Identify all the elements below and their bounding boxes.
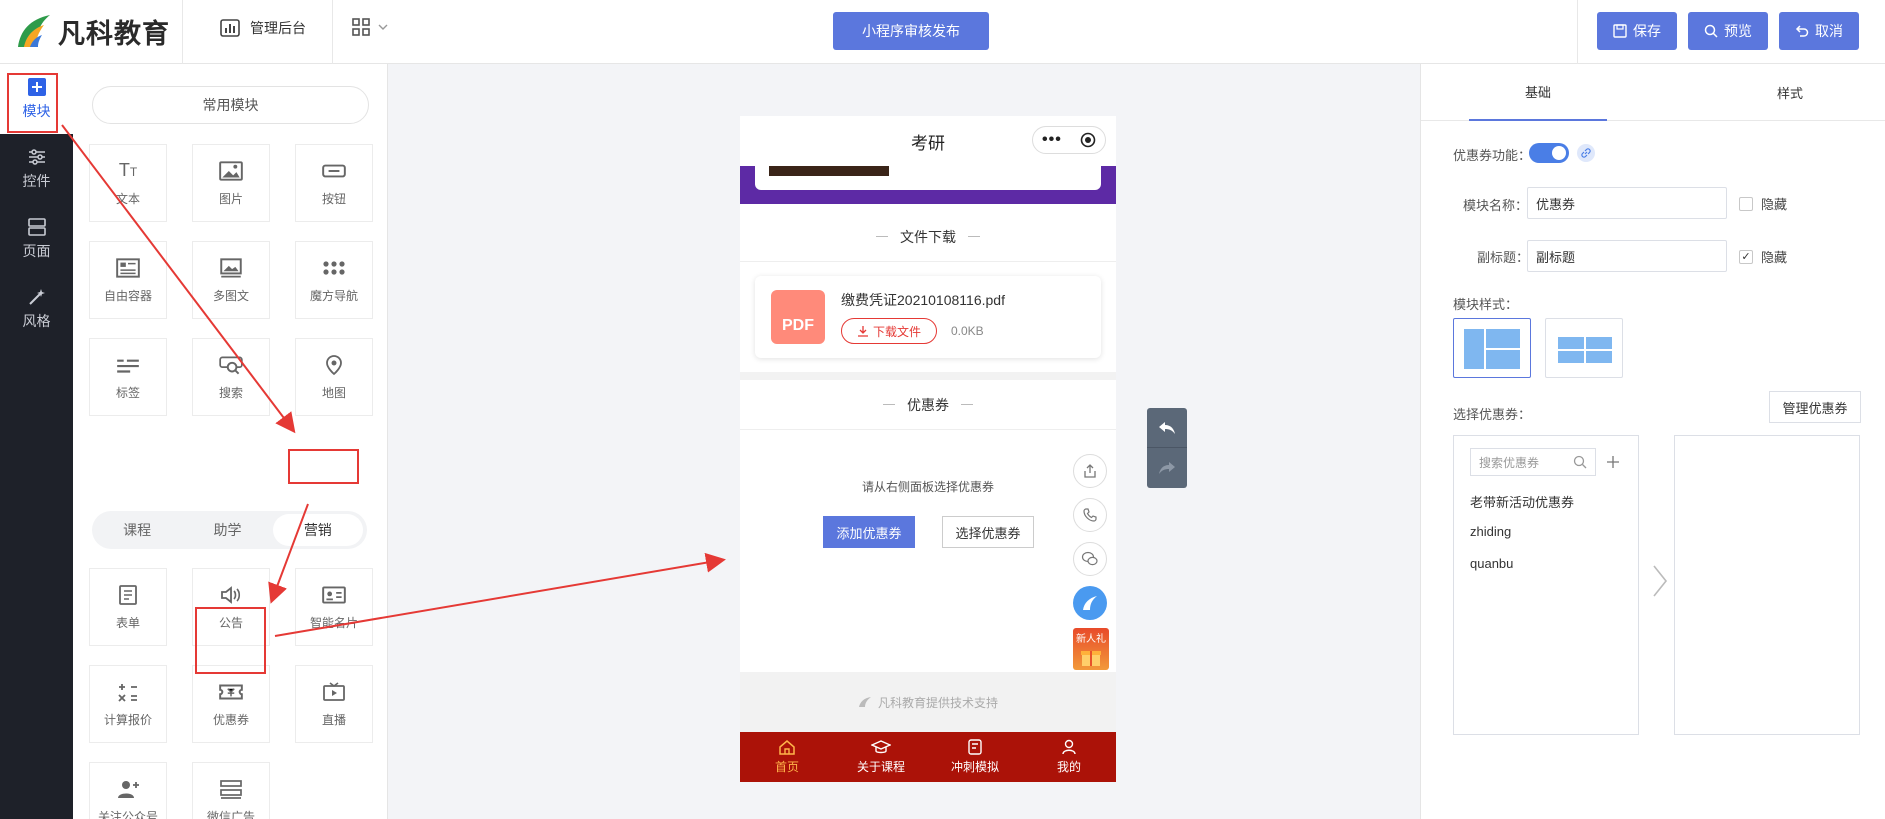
- annotation-arrow: [268, 503, 309, 604]
- annotation-arrows: [61, 124, 726, 637]
- annotation-arrow: [274, 552, 726, 637]
- annotation-arrow: [61, 124, 296, 434]
